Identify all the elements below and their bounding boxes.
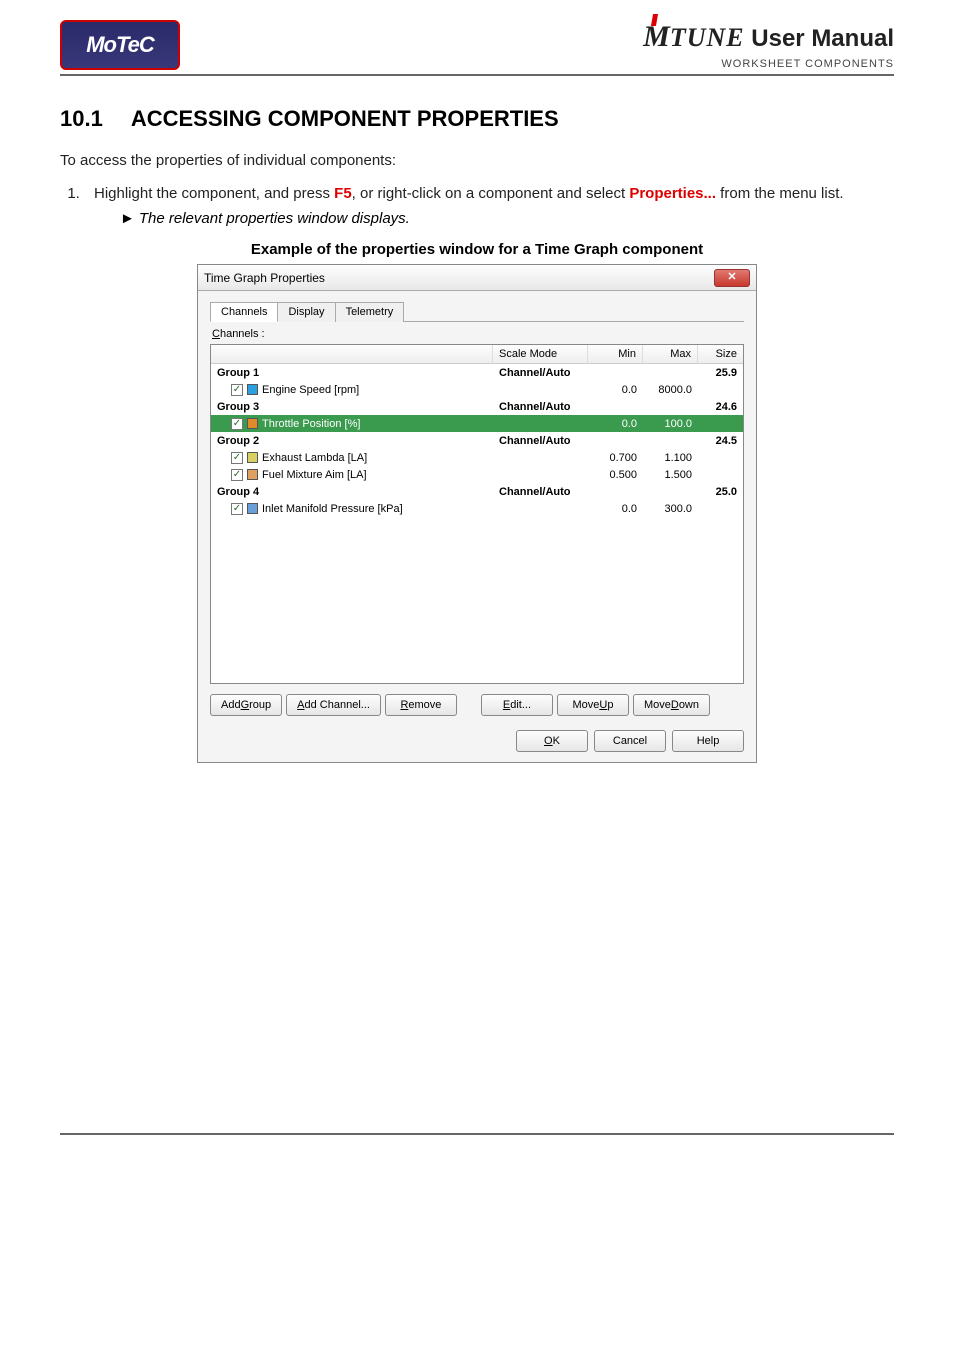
color-swatch xyxy=(247,384,258,395)
checkbox[interactable]: ✓ xyxy=(231,384,243,396)
table-channel-row[interactable]: ✓Exhaust Lambda [LA]0.7001.100 xyxy=(211,449,743,466)
page-header: MoTeC MTUNE User Manual WORKSHEET COMPON… xyxy=(60,20,894,76)
channels-label: Channels : xyxy=(212,328,744,340)
color-swatch xyxy=(247,503,258,514)
tab-channels[interactable]: Channels xyxy=(210,302,278,322)
subheader: WORKSHEET COMPONENTS xyxy=(643,58,894,70)
intro-text: To access the properties of individual c… xyxy=(60,152,894,169)
table-group-row[interactable]: Group 4Channel/Auto25.0 xyxy=(211,483,743,500)
tab-telemetry[interactable]: Telemetry xyxy=(335,302,405,322)
dialog-tabs: Channels Display Telemetry xyxy=(210,301,744,322)
button-row-2: OK Cancel Help xyxy=(210,730,744,752)
steps-list: Highlight the component, and press F5, o… xyxy=(60,185,894,202)
checkbox[interactable]: ✓ xyxy=(231,503,243,515)
add-channel-button[interactable]: Add Channel... xyxy=(286,694,381,716)
properties-menu-item: Properties... xyxy=(629,185,716,202)
table-channel-row[interactable]: ✓Throttle Position [%]0.0100.0 xyxy=(211,415,743,432)
row-label: Group 2 xyxy=(217,435,259,447)
ok-button[interactable]: OK xyxy=(516,730,588,752)
brand-line: MTUNE User Manual xyxy=(643,20,894,54)
move-down-button[interactable]: Move Down xyxy=(633,694,710,716)
motec-logo: MoTeC xyxy=(60,20,180,70)
close-icon[interactable]: ✕ xyxy=(714,269,750,287)
time-graph-properties-dialog: Time Graph Properties ✕ Channels Display… xyxy=(197,264,757,763)
footer-rule xyxy=(60,1133,894,1135)
row-label: Fuel Mixture Aim [LA] xyxy=(262,469,367,481)
figure-caption: Example of the properties window for a T… xyxy=(60,241,894,258)
row-label: Group 1 xyxy=(217,367,259,379)
table-channel-row[interactable]: ✓Engine Speed [rpm]0.08000.0 xyxy=(211,381,743,398)
table-header: Scale Mode Min Max Size xyxy=(211,345,743,364)
row-label: Exhaust Lambda [LA] xyxy=(262,452,367,464)
section-heading: 10.1ACCESSING COMPONENT PROPERTIES xyxy=(60,106,894,132)
row-label: Group 3 xyxy=(217,401,259,413)
edit-button[interactable]: Edit... xyxy=(481,694,553,716)
add-group-button[interactable]: Add Group xyxy=(210,694,282,716)
table-group-row[interactable]: Group 3Channel/Auto24.6 xyxy=(211,398,743,415)
row-label: Inlet Manifold Pressure [kPa] xyxy=(262,503,403,515)
row-label: Group 4 xyxy=(217,486,259,498)
table-group-row[interactable]: Group 2Channel/Auto24.5 xyxy=(211,432,743,449)
button-row-1: Add Group Add Channel... Remove Edit... … xyxy=(210,694,744,716)
help-button[interactable]: Help xyxy=(672,730,744,752)
step-1: Highlight the component, and press F5, o… xyxy=(84,185,894,202)
checkbox[interactable]: ✓ xyxy=(231,418,243,430)
row-label: Engine Speed [rpm] xyxy=(262,384,359,396)
dialog-title: Time Graph Properties xyxy=(204,271,325,285)
result-text: ►The relevant properties window displays… xyxy=(120,210,894,227)
dialog-titlebar[interactable]: Time Graph Properties ✕ xyxy=(198,265,756,291)
table-channel-row[interactable]: ✓Inlet Manifold Pressure [kPa]0.0300.0 xyxy=(211,500,743,517)
color-swatch xyxy=(247,452,258,463)
table-group-row[interactable]: Group 1Channel/Auto25.9 xyxy=(211,364,743,381)
tab-display[interactable]: Display xyxy=(277,302,335,322)
row-label: Throttle Position [%] xyxy=(262,418,360,430)
remove-button[interactable]: Remove xyxy=(385,694,457,716)
color-swatch xyxy=(247,469,258,480)
channels-table[interactable]: Scale Mode Min Max Size Group 1Channel/A… xyxy=(210,344,744,684)
checkbox[interactable]: ✓ xyxy=(231,452,243,464)
table-channel-row[interactable]: ✓Fuel Mixture Aim [LA]0.5001.500 xyxy=(211,466,743,483)
f5-key: F5 xyxy=(334,185,352,202)
move-up-button[interactable]: Move Up xyxy=(557,694,629,716)
cancel-button[interactable]: Cancel xyxy=(594,730,666,752)
color-swatch xyxy=(247,418,258,429)
checkbox[interactable]: ✓ xyxy=(231,469,243,481)
